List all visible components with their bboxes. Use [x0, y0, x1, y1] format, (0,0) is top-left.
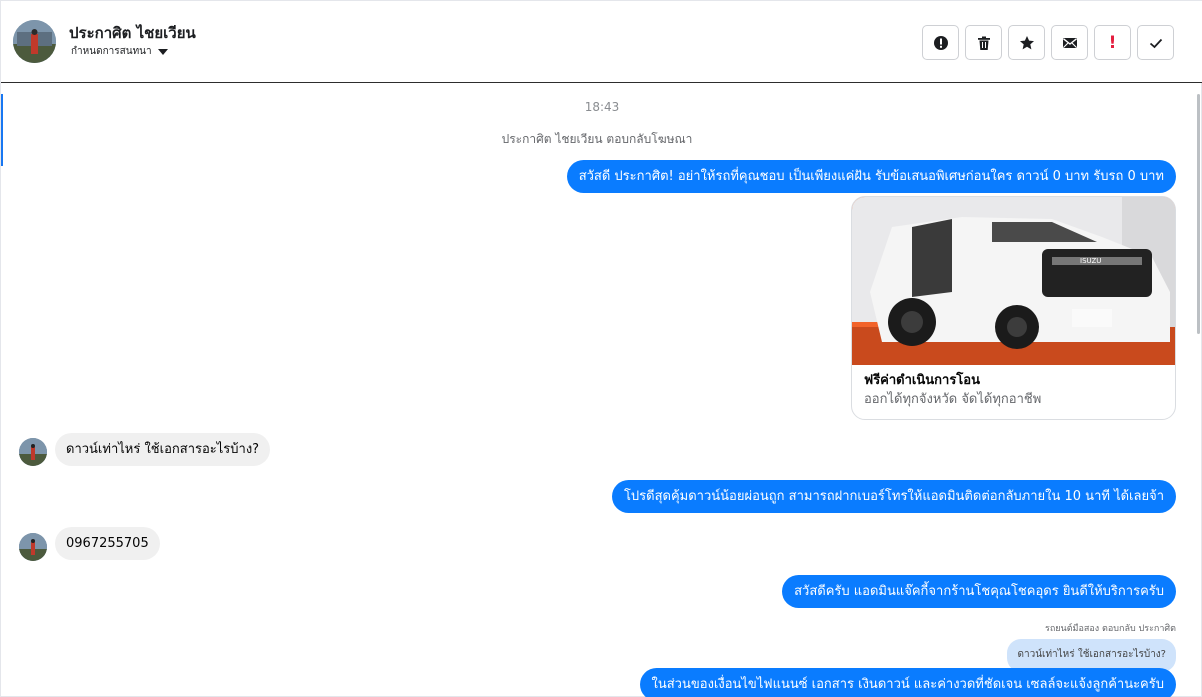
spam-report-button[interactable]	[922, 25, 959, 60]
trash-icon	[977, 36, 990, 50]
ad-card[interactable]: ISUZU ฟรีค่าดำเนินการโอน ออกได้ทุกจังหวั…	[851, 196, 1176, 420]
system-note: ประกาศิต ไชยเวียน ตอบกลับโฆษณา	[501, 132, 693, 146]
check-icon	[1149, 38, 1162, 48]
alert-circle-icon	[933, 35, 948, 50]
mark-unread-button[interactable]	[1051, 25, 1088, 60]
customer-avatar[interactable]	[19, 533, 47, 561]
caret-down-icon	[157, 48, 168, 55]
thread-scrollbar[interactable]	[1197, 94, 1200, 334]
outgoing-message[interactable]: สวัสดี ประกาศิต! อย่าให้รถที่คุณชอบ เป็น…	[566, 160, 1176, 193]
card-title: ฟรีค่าดำเนินการโอน	[864, 373, 980, 388]
conversation-settings-dropdown[interactable]: กำหนดการสนทนา	[71, 44, 168, 59]
customer-avatar[interactable]	[19, 438, 47, 466]
incoming-message[interactable]: 0967255705	[55, 527, 160, 560]
outgoing-message[interactable]: โปรดีสุดคุ้มดาวน์น้อยผ่อนถูก สามารถฝากเบ…	[611, 480, 1176, 513]
incoming-message[interactable]: ดาวน์เท่าไหร่ ใช้เอกสารอะไรบ้าง?	[55, 433, 271, 466]
inbox-conversation-panel: ประกาศิต ไชยเวียน กำหนดการสนทนา ! 18:43 …	[0, 0, 1202, 697]
conversation-header: ประกาศิต ไชยเวียน กำหนดการสนทนา !	[1, 1, 1202, 83]
svg-text:ISUZU: ISUZU	[1080, 257, 1101, 265]
follow-up-button[interactable]: !	[1094, 25, 1131, 60]
outgoing-message[interactable]: ในส่วนของเงื่อนไขไฟแนนซ์ เอกสาร เงินดาวน…	[639, 668, 1176, 697]
star-button[interactable]	[1008, 25, 1045, 60]
conversation-toolbar: !	[922, 25, 1174, 60]
pickup-truck-image: ISUZU	[852, 197, 1175, 365]
outgoing-message[interactable]: สวัสดีครับ แอดมินแจ๊คกี้จากร้านโชคุณโชคอ…	[782, 575, 1176, 608]
delete-button[interactable]	[965, 25, 1002, 60]
mail-icon	[1062, 37, 1077, 48]
message-thread[interactable]: 18:43 ประกาศิต ไชยเวียน ตอบกลับโฆษณา สวั…	[1, 84, 1202, 697]
contact-name[interactable]: ประกาศิต ไชยเวียน	[69, 21, 196, 45]
mark-done-button[interactable]	[1137, 25, 1174, 60]
contact-avatar[interactable]	[13, 20, 56, 63]
timestamp: 18:43	[584, 100, 620, 114]
star-icon	[1019, 35, 1034, 49]
reply-context-note: รถยนต์มือสอง ตอบกลับ ประกาศิต	[1045, 624, 1176, 634]
exclamation-icon: !	[1108, 32, 1117, 53]
card-subtitle: ออกได้ทุกจังหวัด จัดได้ทุกอาชีพ	[864, 392, 1042, 407]
conversation-settings-label: กำหนดการสนทนา	[71, 46, 152, 57]
